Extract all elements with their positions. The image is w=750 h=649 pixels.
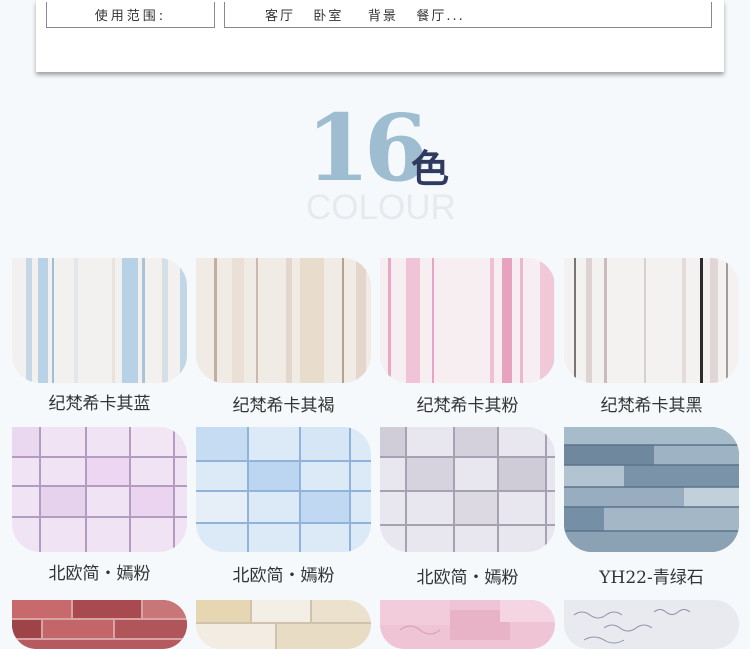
swatch-name: 纪梵希卡其粉 [416, 396, 519, 416]
grid-pattern [196, 427, 371, 552]
plaster-pattern [380, 600, 555, 649]
swatch-khaki-pink[interactable] [380, 258, 555, 383]
stripe-pattern [564, 258, 739, 383]
swatch-name: 北欧简・嫣粉 [48, 564, 151, 584]
brick-pattern [12, 600, 187, 649]
spec-label: 使用范围: [46, 2, 215, 28]
script-pattern [564, 600, 739, 649]
swatch-script-paper[interactable] [564, 600, 739, 649]
swatch-yh22-stone[interactable] [564, 427, 739, 552]
stone-pattern [564, 427, 739, 552]
swatch-red-brick[interactable] [12, 600, 187, 649]
stripe-pattern [380, 258, 555, 383]
swatch-name: 纪梵希卡其褐 [232, 396, 335, 416]
heading-char: 色 [411, 146, 450, 191]
spec-value: 客厅 卧室 背景 餐厅... [224, 2, 712, 28]
swatch-name: YH22-青绿石 [599, 568, 704, 588]
swatch-pink-plaster[interactable] [380, 600, 555, 649]
stripe-pattern [196, 258, 371, 383]
swatch-beige-brick[interactable] [196, 600, 371, 649]
swatch-nordic-pink-3[interactable] [380, 427, 555, 552]
swatch-nordic-pink-2[interactable] [196, 427, 371, 552]
swatch-khaki-black[interactable] [564, 258, 739, 383]
swatch-khaki-brown[interactable] [196, 258, 371, 383]
heading-number: 16 [306, 94, 428, 202]
swatch-nordic-pink-1[interactable] [12, 427, 187, 552]
heading-subtitle: COLOUR [306, 188, 456, 227]
swatch-name: 北欧简・嫣粉 [416, 568, 519, 588]
swatch-name: 纪梵希卡其蓝 [48, 394, 151, 414]
swatch-name: 纪梵希卡其黑 [600, 396, 703, 416]
swatch-khaki-blue[interactable] [12, 258, 187, 383]
swatch-name: 北欧简・嫣粉 [232, 566, 335, 586]
brick-pattern [196, 600, 371, 649]
grid-pattern [380, 427, 555, 552]
stripe-pattern [12, 258, 187, 383]
grid-pattern [12, 427, 187, 552]
